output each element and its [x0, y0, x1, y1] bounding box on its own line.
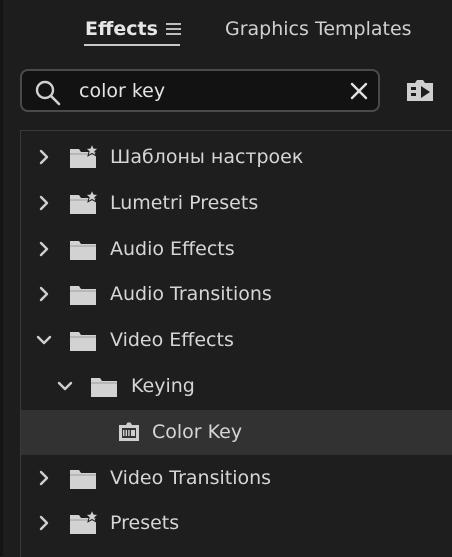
active-tab-indicator [84, 44, 180, 46]
new-custom-bin-icon[interactable] [404, 77, 436, 105]
tree-row-label: Audio Effects [110, 237, 235, 260]
panel-edge [0, 0, 3, 556]
tree-row[interactable]: Шаблоны настроек [21, 135, 452, 180]
chevron-right-icon[interactable] [36, 241, 52, 257]
preset-folder-icon [70, 510, 99, 535]
chevron-right-icon[interactable] [36, 515, 52, 531]
folder-icon [70, 469, 96, 489]
tree-row[interactable]: Audio Effects [21, 227, 452, 272]
chevron-down-icon[interactable] [57, 378, 73, 394]
clear-search-icon[interactable] [349, 81, 369, 101]
tree-row-label: Шаблоны настроек [110, 146, 304, 168]
folder-icon [70, 240, 96, 260]
effects-tree: Шаблоны настроек Lumetri Presets Audio Eff… [20, 130, 452, 557]
tab-effects[interactable]: Effects [85, 14, 158, 44]
search-field[interactable] [20, 69, 380, 112]
preset-folder-icon [70, 144, 99, 168]
chevron-right-icon[interactable] [36, 149, 52, 165]
chevron-right-icon[interactable] [36, 195, 52, 211]
tree-row-label: Presets [110, 512, 180, 535]
tree-row-label: Lumetri Presets [110, 191, 259, 214]
preset-folder-icon [70, 189, 99, 214]
chevron-right-icon[interactable] [36, 470, 52, 486]
panel-menu-icon[interactable] [166, 23, 181, 35]
tree-row[interactable]: Audio Transitions [21, 272, 452, 317]
tree-row-label: Color Key [152, 420, 243, 443]
search-icon [35, 80, 61, 106]
tree-row[interactable]: Lumetri Presets [21, 181, 452, 226]
chevron-right-icon[interactable] [36, 286, 52, 302]
chevron-down-icon[interactable] [36, 332, 52, 348]
tree-row-label: Video Effects [110, 329, 234, 352]
tree-row[interactable]: Color Key [21, 409, 452, 455]
tree-row[interactable]: Presets [21, 501, 452, 546]
tree-row[interactable]: Video Transitions [21, 456, 452, 501]
tree-row-label: Keying [131, 375, 195, 397]
search-input[interactable] [79, 77, 339, 105]
folder-icon [70, 332, 96, 352]
effect-icon [119, 422, 139, 441]
tree-row[interactable]: Keying [21, 364, 452, 409]
tree-row-label: Audio Transitions [110, 283, 272, 306]
tree-row-label: Video Transitions [110, 466, 272, 489]
folder-icon [91, 378, 117, 397]
tree-row[interactable]: Video Effects [21, 318, 452, 363]
tab-graphics-templates[interactable]: Graphics Templates [225, 14, 412, 44]
folder-icon [70, 286, 96, 306]
